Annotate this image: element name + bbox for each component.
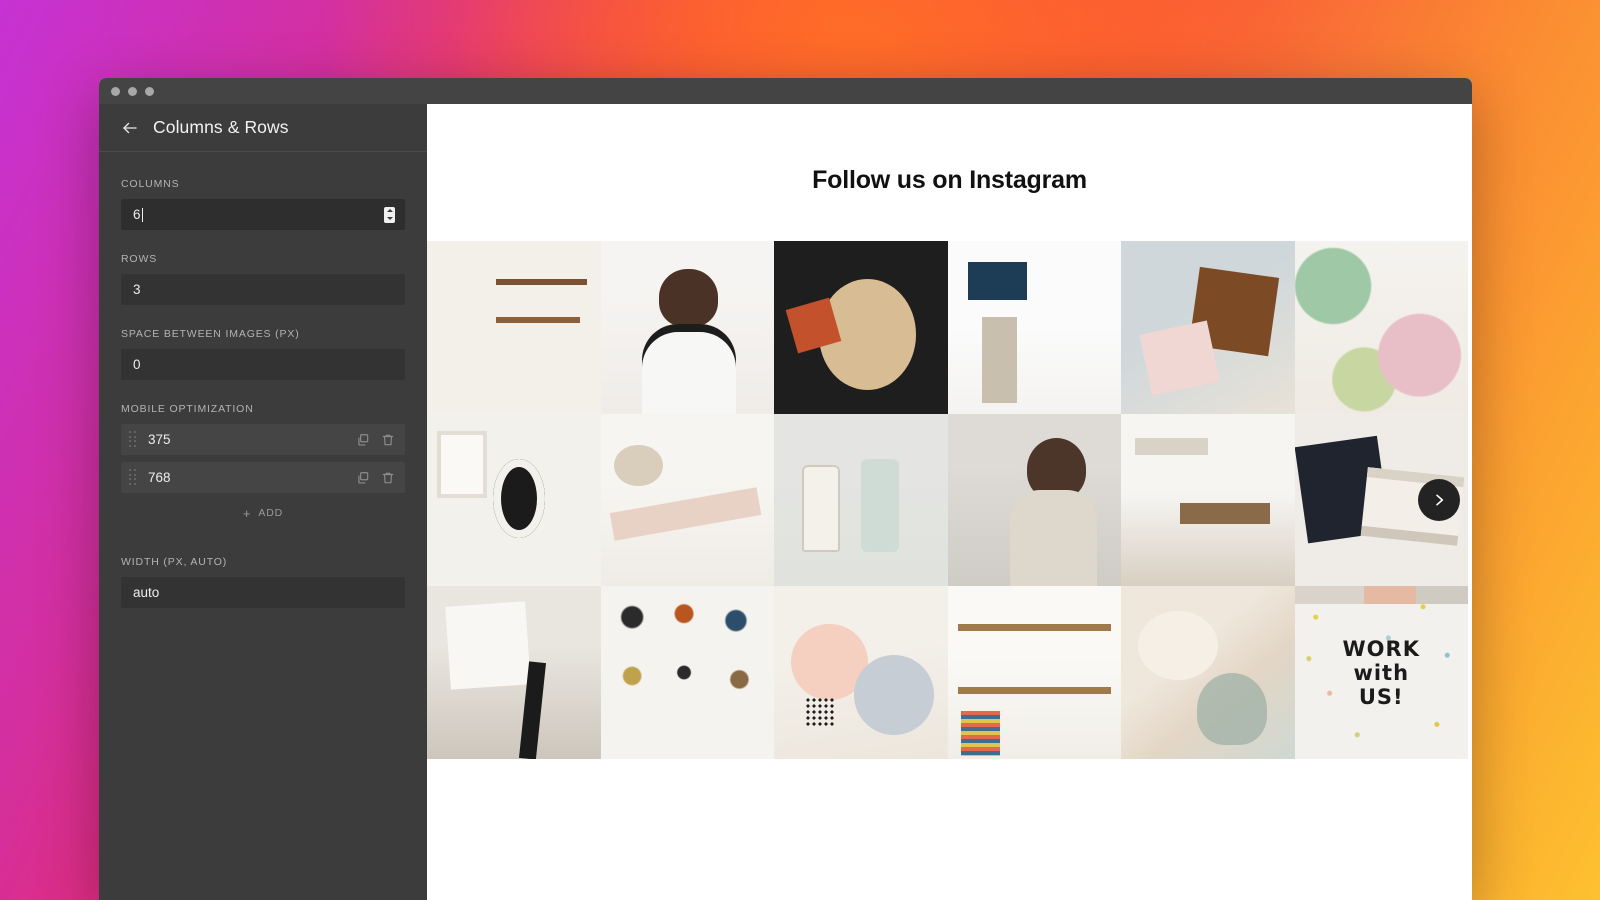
instagram-grid: WORK with US! (427, 241, 1468, 759)
mobile-optimization-label: MOBILE OPTIMIZATION (121, 403, 254, 415)
work-with-us-text: WORK with US! (1295, 586, 1469, 759)
trash-icon[interactable] (380, 432, 395, 447)
number-spinner-icon[interactable] (384, 206, 395, 223)
drag-handle-icon[interactable] (129, 431, 139, 447)
grid-image-2[interactable] (600, 241, 774, 414)
work-with-us-line-3: US! (1358, 684, 1404, 709)
app-window: Columns & Rows COLUMNS 6 ROWS 3 SPACE BE… (99, 78, 1472, 900)
add-breakpoint-label: ADD (258, 507, 284, 519)
grid-image-14[interactable] (600, 586, 774, 759)
field-rows-label: ROWS (121, 253, 158, 265)
grid-image-5[interactable] (1121, 241, 1295, 414)
space-between-images-input[interactable]: 0 (121, 349, 405, 380)
breakpoint-value: 375 (148, 432, 171, 447)
grid-image-9[interactable] (774, 413, 948, 587)
field-space-between-images: SPACE BETWEEN IMAGES (PX) 0 (121, 328, 405, 380)
close-window-button[interactable] (111, 86, 120, 96)
breakpoint-row[interactable]: 375 (121, 424, 405, 455)
columns-input[interactable]: 6 (121, 199, 405, 230)
grid-image-15[interactable] (774, 586, 948, 759)
add-breakpoint-button[interactable]: + ADD (121, 500, 405, 526)
width-input[interactable]: auto (121, 577, 405, 608)
maximize-window-button[interactable] (145, 86, 154, 96)
arrow-left-icon[interactable] (121, 119, 139, 137)
section-heading: Follow us on Instagram (812, 166, 1087, 194)
plus-icon: + (242, 505, 252, 521)
grid-image-18[interactable]: WORK with US! (1294, 586, 1469, 759)
panel-header: Columns & Rows (99, 104, 427, 152)
work-with-us-line-2: with (1353, 660, 1410, 685)
breakpoint-value: 768 (148, 470, 171, 485)
grid-image-7[interactable] (427, 413, 601, 587)
grid-image-1[interactable] (427, 241, 601, 414)
instagram-grid-viewport: WORK with US! (427, 241, 1472, 759)
width-input-value: auto (133, 585, 160, 600)
grid-image-17[interactable] (1121, 586, 1295, 759)
rows-input[interactable]: 3 (121, 274, 405, 305)
copy-icon[interactable] (355, 432, 370, 447)
field-columns-label: COLUMNS (121, 178, 180, 190)
window-titlebar (99, 78, 1472, 104)
panel-scroll-area[interactable]: COLUMNS 6 ROWS 3 SPACE BETWEEN IMAGES (P… (99, 152, 427, 900)
grid-image-10[interactable] (947, 413, 1121, 587)
grid-image-16[interactable] (947, 586, 1121, 759)
text-caret (141, 207, 143, 222)
preview-canvas: Follow us on Instagram WORK with US! (427, 104, 1472, 900)
grid-image-3[interactable] (774, 241, 948, 414)
field-width-label: WIDTH (PX, AUTO) (121, 556, 228, 568)
window-body: Columns & Rows COLUMNS 6 ROWS 3 SPACE BE… (99, 104, 1472, 900)
work-with-us-line-1: WORK (1342, 636, 1420, 661)
grid-image-6[interactable] (1294, 241, 1468, 414)
grid-image-8[interactable] (600, 413, 774, 587)
field-width: WIDTH (PX, AUTO) auto (121, 556, 405, 608)
field-space-label: SPACE BETWEEN IMAGES (PX) (121, 328, 300, 340)
grid-image-4[interactable] (947, 241, 1121, 414)
copy-icon[interactable] (355, 470, 370, 485)
rows-input-value: 3 (133, 282, 141, 297)
trash-icon[interactable] (380, 470, 395, 485)
field-rows: ROWS 3 (121, 253, 405, 305)
settings-sidebar: Columns & Rows COLUMNS 6 ROWS 3 SPACE BE… (99, 104, 427, 900)
space-between-images-value: 0 (133, 357, 141, 372)
breakpoint-row[interactable]: 768 (121, 462, 405, 493)
page-title: Columns & Rows (153, 117, 289, 137)
field-mobile-optimization: MOBILE OPTIMIZATION 375 768 + ADD (121, 403, 405, 526)
columns-input-value: 6 (133, 207, 141, 222)
grid-image-13[interactable] (427, 586, 601, 759)
grid-image-11[interactable] (1121, 413, 1295, 587)
field-columns: COLUMNS 6 (121, 178, 405, 230)
drag-handle-icon[interactable] (129, 469, 139, 485)
chevron-right-icon[interactable] (1418, 479, 1460, 521)
minimize-window-button[interactable] (128, 86, 137, 96)
